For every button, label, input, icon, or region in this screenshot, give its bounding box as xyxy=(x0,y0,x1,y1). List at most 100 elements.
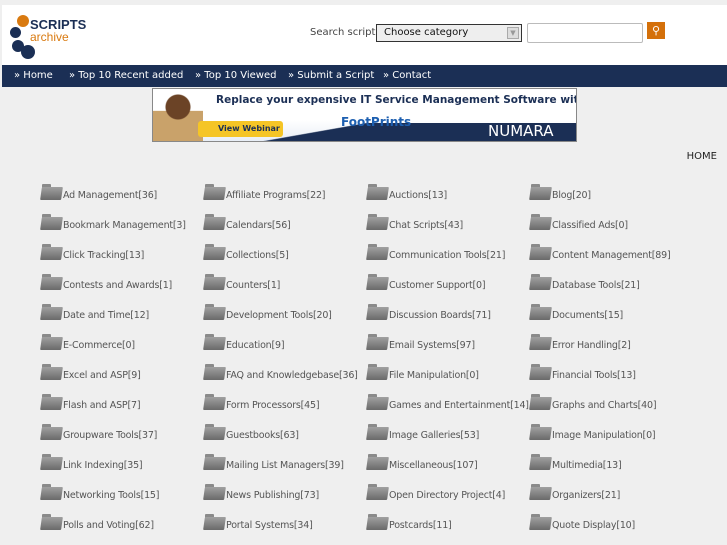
folder-icon xyxy=(529,244,552,260)
folder-icon xyxy=(529,484,552,500)
category-link[interactable]: Mailing List Managers[39] xyxy=(226,460,344,471)
category-link[interactable]: Communication Tools[21] xyxy=(389,250,505,261)
category-link[interactable]: Bookmark Management[3] xyxy=(63,220,186,231)
folder-icon xyxy=(366,184,389,200)
folder-icon xyxy=(40,184,63,200)
category-link[interactable]: Image Manipulation[0] xyxy=(552,430,656,441)
category-link[interactable]: Discussion Boards[71] xyxy=(389,310,491,321)
category-select-value: Choose category xyxy=(384,27,469,38)
category-link[interactable]: Flash and ASP[7] xyxy=(63,400,141,411)
folder-icon xyxy=(203,214,226,230)
search-icon: ⚲ xyxy=(651,24,661,37)
search-button[interactable]: ⚲ xyxy=(647,22,665,39)
category-link[interactable]: Click Tracking[13] xyxy=(63,250,144,261)
category-link[interactable]: Error Handling[2] xyxy=(552,340,631,351)
ad-banner[interactable]: Replace your expensive IT Service Manage… xyxy=(152,88,577,142)
folder-icon xyxy=(203,184,226,200)
folder-icon xyxy=(203,484,226,500)
category-link[interactable]: Ad Management[36] xyxy=(63,190,157,201)
category-link[interactable]: Postcards[11] xyxy=(389,520,452,531)
category-link[interactable]: Classified Ads[0] xyxy=(552,220,628,231)
category-link[interactable]: Development Tools[20] xyxy=(226,310,332,321)
folder-icon xyxy=(40,304,63,320)
category-link[interactable]: Chat Scripts[43] xyxy=(389,220,463,231)
chevron-down-icon: ▼ xyxy=(507,27,519,39)
category-link[interactable]: Affiliate Programs[22] xyxy=(226,190,326,201)
folder-icon xyxy=(203,274,226,290)
category-link[interactable]: Collections[5] xyxy=(226,250,289,261)
folder-icon xyxy=(40,454,63,470)
folder-icon xyxy=(203,244,226,260)
folder-icon xyxy=(366,304,389,320)
category-link[interactable]: FAQ and Knowledgebase[36] xyxy=(226,370,358,381)
folder-icon xyxy=(529,424,552,440)
folder-icon xyxy=(366,394,389,410)
folder-icon xyxy=(40,244,63,260)
category-link[interactable]: Form Processors[45] xyxy=(226,400,320,411)
folder-icon xyxy=(529,184,552,200)
category-link[interactable]: Date and Time[12] xyxy=(63,310,149,321)
category-link[interactable]: Polls and Voting[62] xyxy=(63,520,154,531)
folder-icon xyxy=(40,394,63,410)
category-link[interactable]: Customer Support[0] xyxy=(389,280,486,291)
folder-icon xyxy=(366,334,389,350)
nav-submit-script[interactable]: » Submit a Script xyxy=(288,70,374,81)
category-link[interactable]: Documents[15] xyxy=(552,310,623,321)
category-select[interactable]: Choose category ▼ xyxy=(376,24,522,42)
category-link[interactable]: Email Systems[97] xyxy=(389,340,475,351)
category-link[interactable]: Calendars[56] xyxy=(226,220,291,231)
category-link[interactable]: E-Commerce[0] xyxy=(63,340,135,351)
category-link[interactable]: Portal Systems[34] xyxy=(226,520,313,531)
folder-icon xyxy=(40,514,63,530)
folder-icon xyxy=(40,484,63,500)
folder-icon xyxy=(529,514,552,530)
category-link[interactable]: Graphs and Charts[40] xyxy=(552,400,657,411)
ad-headline: Replace your expensive IT Service Manage… xyxy=(216,94,577,106)
folder-icon xyxy=(203,334,226,350)
search-input[interactable] xyxy=(527,23,643,43)
category-link[interactable]: Miscellaneous[107] xyxy=(389,460,478,471)
category-link[interactable]: Quote Display[10] xyxy=(552,520,635,531)
category-link[interactable]: Organizers[21] xyxy=(552,490,620,501)
folder-icon xyxy=(529,304,552,320)
category-link[interactable]: Guestbooks[63] xyxy=(226,430,299,441)
folder-icon xyxy=(366,484,389,500)
category-link[interactable]: News Publishing[73] xyxy=(226,490,319,501)
nav-top10-recent[interactable]: » Top 10 Recent added xyxy=(69,70,183,81)
category-link[interactable]: Contests and Awards[1] xyxy=(63,280,172,291)
nav-top10-viewed[interactable]: » Top 10 Viewed xyxy=(195,70,276,81)
category-link[interactable]: Games and Entertainment[14] xyxy=(389,400,529,411)
category-link[interactable]: Content Management[89] xyxy=(552,250,671,261)
nav-home[interactable]: » Home xyxy=(14,70,53,81)
folder-icon xyxy=(366,274,389,290)
ad-person-image xyxy=(153,89,203,141)
main-nav: » Home » Top 10 Recent added » Top 10 Vi… xyxy=(2,65,727,87)
category-link[interactable]: Image Galleries[53] xyxy=(389,430,479,441)
category-link[interactable]: Auctions[13] xyxy=(389,190,447,201)
ad-brand: NUMARA xyxy=(488,122,554,140)
site-logo[interactable]: SCRIPTS archive xyxy=(10,15,100,61)
folder-icon xyxy=(203,364,226,380)
category-link[interactable]: Excel and ASP[9] xyxy=(63,370,141,381)
category-link[interactable]: Link Indexing[35] xyxy=(63,460,143,471)
category-link[interactable]: File Manipulation[0] xyxy=(389,370,479,381)
ad-webinar-button[interactable]: View Webinar xyxy=(198,121,283,137)
folder-icon xyxy=(366,364,389,380)
category-link[interactable]: Database Tools[21] xyxy=(552,280,640,291)
folder-icon xyxy=(203,394,226,410)
category-link[interactable]: Financial Tools[13] xyxy=(552,370,636,381)
category-link[interactable]: Education[9] xyxy=(226,340,285,351)
category-link[interactable]: Networking Tools[15] xyxy=(63,490,159,501)
folder-icon xyxy=(529,394,552,410)
search-label: Search script: xyxy=(310,27,379,38)
breadcrumb-home[interactable]: HOME xyxy=(687,151,717,162)
folder-icon xyxy=(203,454,226,470)
folder-icon xyxy=(203,424,226,440)
category-link[interactable]: Counters[1] xyxy=(226,280,280,291)
category-link[interactable]: Multimedia[13] xyxy=(552,460,622,471)
category-link[interactable]: Groupware Tools[37] xyxy=(63,430,157,441)
category-link[interactable]: Blog[20] xyxy=(552,190,591,201)
nav-contact[interactable]: » Contact xyxy=(383,70,431,81)
category-link[interactable]: Open Directory Project[4] xyxy=(389,490,505,501)
folder-icon xyxy=(366,214,389,230)
